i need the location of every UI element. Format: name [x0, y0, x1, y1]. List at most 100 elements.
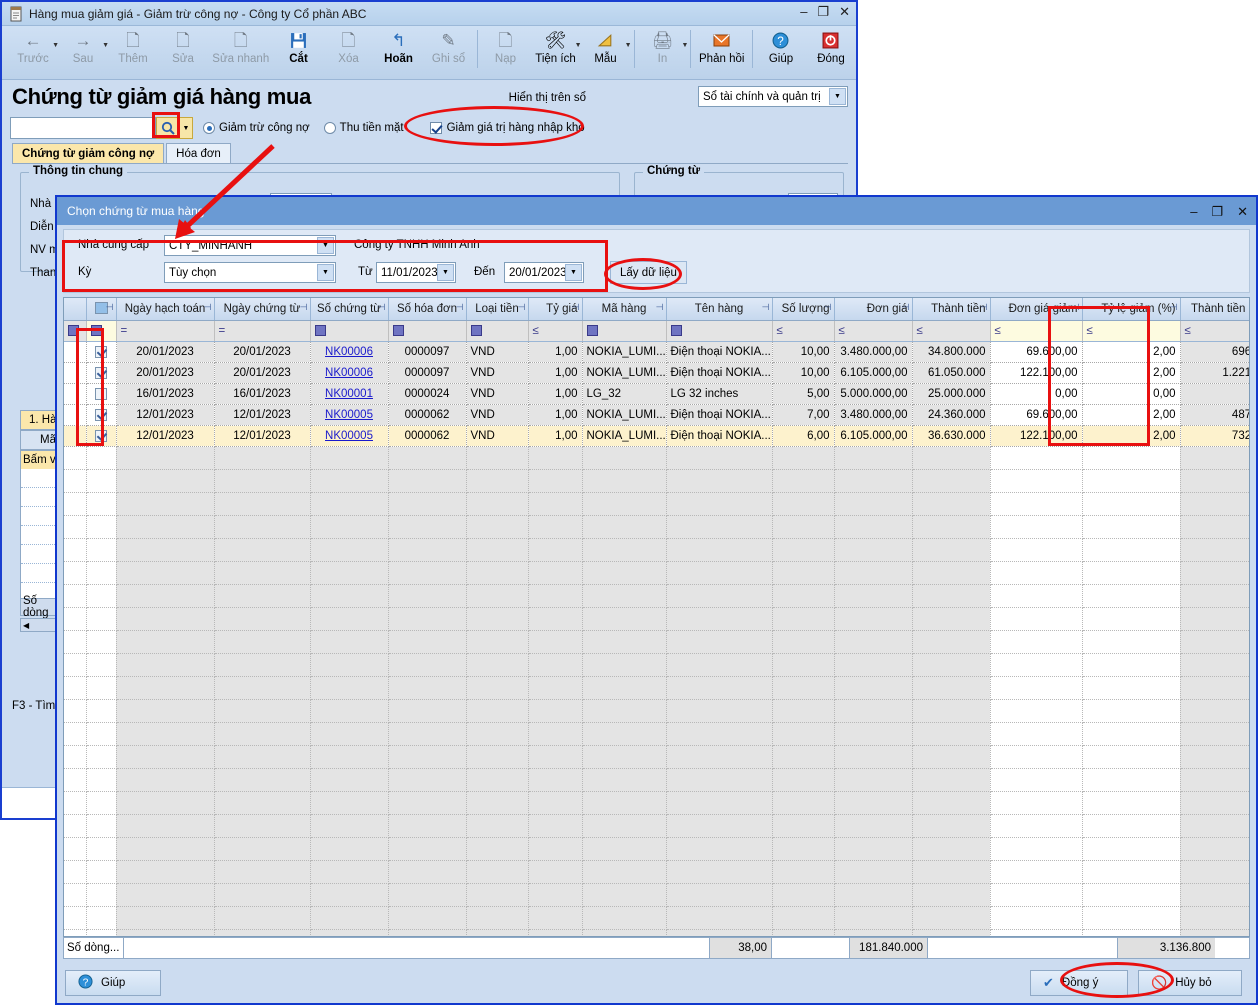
search-input[interactable]: [10, 117, 156, 139]
cell-ty_gia[interactable]: 1,00: [528, 405, 582, 426]
row-checkbox[interactable]: [95, 367, 107, 379]
sub-grid-row[interactable]: [21, 488, 59, 507]
column-header-so_hoa_don[interactable]: Số hóa đơn⊣: [388, 298, 466, 321]
cell-rowsel[interactable]: [64, 363, 86, 384]
empty-row[interactable]: [64, 815, 1250, 838]
filter-cell-ma_hang[interactable]: [582, 321, 666, 342]
table-row[interactable]: 12/01/202312/01/2023NK000050000062VND1,0…: [64, 426, 1250, 447]
cell-ngay_chung_tu[interactable]: 12/01/2023: [214, 405, 310, 426]
empty-row[interactable]: [64, 907, 1250, 930]
cell-thanh_tien_giam[interactable]: 487.200: [1180, 405, 1250, 426]
toolbar-button-sua[interactable]: 🗋 Sửa: [158, 26, 208, 65]
column-header-don_gia_giam[interactable]: Đơn giá giảm⊣: [990, 298, 1082, 321]
dialog-close-button[interactable]: ✕: [1237, 205, 1248, 218]
cell-so_chung_tu[interactable]: NK00001: [310, 384, 388, 405]
empty-row[interactable]: [64, 585, 1250, 608]
cell-check[interactable]: [86, 342, 116, 363]
cell-so_luong[interactable]: 10,00: [772, 363, 834, 384]
dialog-minimize-button[interactable]: –: [1190, 205, 1197, 218]
chevron-down-icon[interactable]: ▼: [317, 264, 334, 281]
help-button[interactable]: ? Giúp: [65, 970, 161, 996]
cell-ma_hang[interactable]: LG_32: [582, 384, 666, 405]
empty-row[interactable]: [64, 884, 1250, 907]
filter-row[interactable]: ==≤≤≤≤≤≤≤: [64, 321, 1250, 342]
cell-ten_hang[interactable]: Điện thoại NOKIA...: [666, 426, 772, 447]
cell-thanh_tien[interactable]: 24.360.000: [912, 405, 990, 426]
cell-check[interactable]: [86, 363, 116, 384]
search-icon[interactable]: [156, 117, 180, 139]
maximize-button[interactable]: ❐: [817, 5, 829, 19]
cell-so_chung_tu[interactable]: NK00005: [310, 426, 388, 447]
column-header-thanh_tien[interactable]: Thành tiền⊣: [912, 298, 990, 321]
cell-thanh_tien[interactable]: 25.000.000: [912, 384, 990, 405]
cell-thanh_tien_giam[interactable]: 1.221.000: [1180, 363, 1250, 384]
empty-row[interactable]: [64, 608, 1250, 631]
cell-ngay_chung_tu[interactable]: 16/01/2023: [214, 384, 310, 405]
cell-so_chung_tu[interactable]: NK00006: [310, 342, 388, 363]
row-checkbox[interactable]: [95, 388, 107, 400]
filter-operator-icon[interactable]: [671, 325, 682, 336]
minimize-button[interactable]: –: [800, 5, 807, 19]
empty-row[interactable]: [64, 562, 1250, 585]
cell-ngay_hach_toan[interactable]: 16/01/2023: [116, 384, 214, 405]
voucher-link[interactable]: NK00006: [325, 367, 373, 379]
chevron-down-icon[interactable]: ▼: [317, 237, 334, 254]
column-pin-icon[interactable]: ⊣: [456, 302, 464, 313]
empty-row[interactable]: [64, 700, 1250, 723]
toolbar-button-cat[interactable]: Cắt: [274, 26, 324, 65]
cell-don_gia_giam[interactable]: 0,00: [990, 384, 1082, 405]
empty-row[interactable]: [64, 677, 1250, 700]
cell-check[interactable]: [86, 426, 116, 447]
column-header-check[interactable]: ⊣: [86, 298, 116, 321]
cell-so_hoa_don[interactable]: 0000062: [388, 426, 466, 447]
cell-ty_gia[interactable]: 1,00: [528, 363, 582, 384]
cell-ngay_hach_toan[interactable]: 12/01/2023: [116, 426, 214, 447]
column-header-loai_tien[interactable]: Loại tiền⊣: [466, 298, 528, 321]
column-pin-icon[interactable]: ⊣: [204, 302, 212, 313]
filter-cell-ten_hang[interactable]: [666, 321, 772, 342]
table-row[interactable]: 20/01/202320/01/2023NK000060000097VND1,0…: [64, 342, 1250, 363]
toolbar-button-sau[interactable]: → Sau ▼: [58, 26, 108, 65]
filter-cell-don_gia[interactable]: ≤: [834, 321, 912, 342]
column-header-ngay_chung_tu[interactable]: Ngày chứng từ⊣: [214, 298, 310, 321]
empty-row[interactable]: [64, 539, 1250, 562]
empty-row[interactable]: [64, 516, 1250, 539]
filter-cell-don_gia_giam[interactable]: ≤: [990, 321, 1082, 342]
cell-ngay_chung_tu[interactable]: 20/01/2023: [214, 363, 310, 384]
filter-cell-thanh_tien_giam[interactable]: ≤: [1180, 321, 1250, 342]
column-pin-icon[interactable]: ⊣: [572, 302, 580, 313]
cell-so_hoa_don[interactable]: 0000024: [388, 384, 466, 405]
dialog-maximize-button[interactable]: ❐: [1211, 205, 1223, 218]
filter-cell-ty_gia[interactable]: ≤: [528, 321, 582, 342]
column-pin-icon[interactable]: ⊣: [656, 302, 664, 313]
empty-row[interactable]: [64, 447, 1250, 470]
filter-cell-rowsel[interactable]: [64, 321, 86, 342]
toolbar-button-nap[interactable]: 🗋 Nạp: [480, 26, 530, 65]
sub-grid-row[interactable]: [21, 564, 59, 583]
cell-ty_le_giam[interactable]: 2,00: [1082, 363, 1180, 384]
tab-hoa-don[interactable]: Hóa đơn: [166, 143, 231, 164]
column-pin-icon[interactable]: ⊣: [1170, 302, 1178, 313]
cell-don_gia[interactable]: 3.480.000,00: [834, 342, 912, 363]
toolbar-button-in[interactable]: 🖨 In ▼: [637, 26, 687, 65]
cell-loai_tien[interactable]: VND: [466, 405, 528, 426]
cell-ngay_hach_toan[interactable]: 12/01/2023: [116, 405, 214, 426]
cell-thanh_tien_giam[interactable]: 696.000: [1180, 342, 1250, 363]
cell-ma_hang[interactable]: NOKIA_LUMI...: [582, 363, 666, 384]
filter-cell-loai_tien[interactable]: [466, 321, 528, 342]
cell-ngay_chung_tu[interactable]: 20/01/2023: [214, 342, 310, 363]
empty-row[interactable]: [64, 631, 1250, 654]
to-date-input[interactable]: 20/01/2023 ▼: [504, 262, 584, 283]
filter-cell-so_hoa_don[interactable]: [388, 321, 466, 342]
toolbar-button-suanhanh[interactable]: 🗋 Sửa nhanh: [208, 26, 274, 65]
period-select[interactable]: Tùy chọn ▼: [164, 262, 336, 283]
chevron-down-icon[interactable]: ▼: [437, 264, 454, 281]
filter-operator-icon[interactable]: [91, 325, 102, 336]
column-pin-icon[interactable]: ⊣: [106, 302, 114, 313]
cell-check[interactable]: [86, 405, 116, 426]
empty-row[interactable]: [64, 493, 1250, 516]
column-pin-icon[interactable]: ⊣: [518, 302, 526, 313]
cell-loai_tien[interactable]: VND: [466, 363, 528, 384]
empty-row[interactable]: [64, 930, 1250, 938]
from-date-input[interactable]: 11/01/2023 ▼: [376, 262, 456, 283]
